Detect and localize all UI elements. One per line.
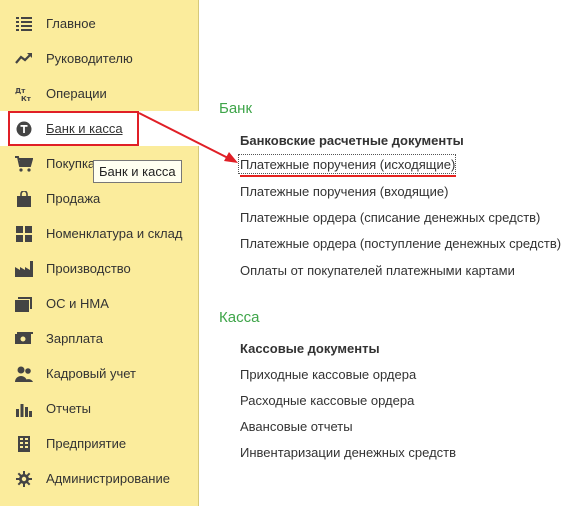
annotation-arrow (138, 112, 238, 163)
tooltip: Банк и касса (93, 160, 182, 183)
